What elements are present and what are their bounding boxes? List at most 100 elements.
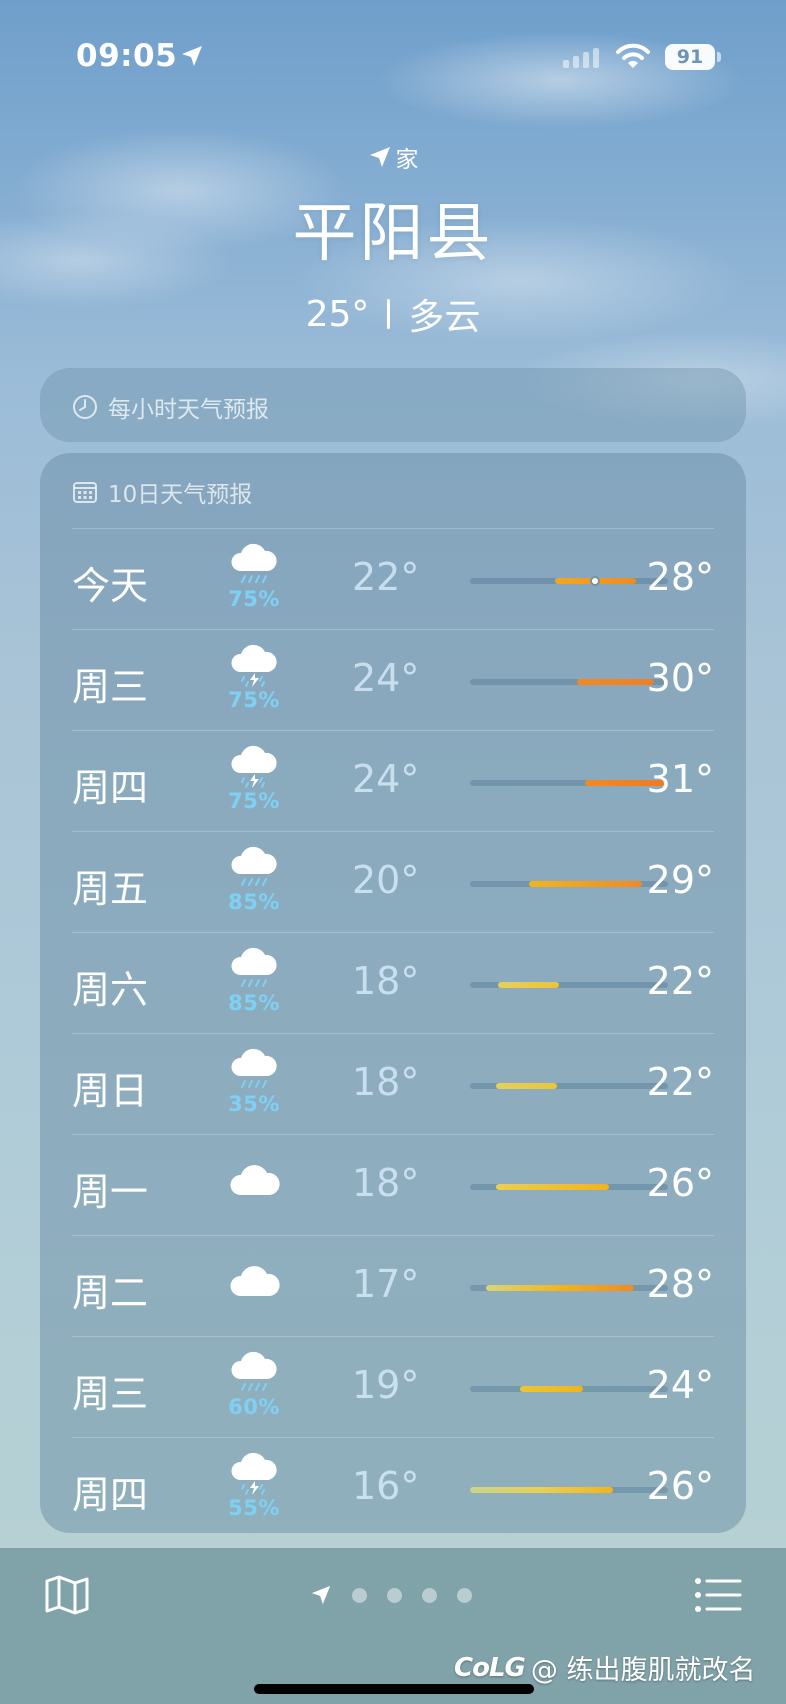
low-temperature: 20°: [352, 858, 420, 902]
temperature-range-bar: [470, 881, 668, 887]
forecast-list: 今天 75% 22° 28° 周三 75% 24° 30° 周四 75% 24° 31° 周五 85% 20…: [72, 528, 714, 1538]
low-temperature: 18°: [352, 959, 420, 1003]
high-temperature: 22°: [646, 1060, 714, 1104]
cloud-rain-icon: [231, 846, 277, 886]
temperature-range-bar: [470, 780, 668, 786]
temperature-range-fill: [495, 1184, 609, 1190]
list-icon[interactable]: [694, 1576, 742, 1614]
bottom-toolbar: CoLG @ 练出腹肌就改名: [0, 1548, 786, 1704]
home-indicator[interactable]: [254, 1684, 534, 1694]
temperature-range-bar: [470, 576, 668, 586]
temperature-range-fill: [497, 982, 560, 988]
precipitation-probability: 55%: [228, 1496, 280, 1520]
temperature-range-bar: [470, 1285, 668, 1291]
temperature-range-fill: [470, 1487, 613, 1493]
current-condition: 多云: [408, 297, 481, 338]
day-label: 周二: [72, 1271, 149, 1315]
weather-icon-group: 55%: [224, 1450, 284, 1530]
weather-icon-group: 35%: [224, 1046, 284, 1126]
location-header: 家 平阳县 25° 多云: [0, 140, 786, 340]
watermark: CoLG @ 练出腹肌就改名: [454, 1648, 755, 1687]
temperature-range-fill: [519, 1386, 583, 1392]
temperature-range-fill: [495, 1083, 558, 1089]
forecast-row[interactable]: 周六 85% 18° 22°: [72, 932, 714, 1033]
forecast-row[interactable]: 周五 85% 20° 29°: [72, 831, 714, 932]
weather-icon-group: 75%: [224, 743, 284, 823]
city-name: 平阳县: [292, 197, 494, 271]
forecast-row[interactable]: 周二 17° 28°: [72, 1235, 714, 1336]
cloud-thunderstorm-icon: [231, 644, 277, 687]
weather-icon-group: 85%: [224, 945, 284, 1025]
location-arrow-icon: [369, 147, 390, 167]
page-dot[interactable]: [457, 1587, 472, 1603]
low-temperature: 18°: [352, 1060, 420, 1104]
precipitation-probability: 60%: [228, 1395, 280, 1419]
temperature-range-bar: [470, 679, 668, 685]
precipitation-probability: 75%: [228, 789, 280, 813]
home-label: 家: [395, 147, 419, 173]
current-temperature: 25°: [305, 293, 370, 335]
low-temperature: 24°: [352, 757, 420, 801]
status-time: 09:05: [76, 38, 178, 74]
forecast-row[interactable]: 周一 18° 26°: [72, 1134, 714, 1235]
high-temperature: 22°: [646, 959, 714, 1003]
high-temperature: 26°: [646, 1464, 714, 1508]
page-dot[interactable]: [352, 1587, 367, 1603]
day-label: 周三: [72, 665, 149, 709]
precipitation-probability: 85%: [228, 991, 280, 1015]
ten-day-forecast-title: 10日天气预报: [72, 475, 252, 509]
high-temperature: 26°: [646, 1161, 714, 1205]
temperature-range-fill: [529, 881, 643, 887]
page-dot[interactable]: [387, 1587, 402, 1603]
low-temperature: 16°: [352, 1464, 420, 1508]
page-dot[interactable]: [422, 1587, 437, 1603]
temperature-range-bar: [470, 1386, 668, 1392]
hourly-forecast-title: 每小时天气预报: [72, 390, 269, 424]
temperature-range-bar: [470, 1184, 668, 1190]
cloud-rain-icon: [231, 1351, 277, 1391]
low-temperature: 24°: [352, 656, 420, 700]
temperature-range-fill: [576, 679, 655, 685]
precipitation-probability: 75%: [228, 688, 280, 712]
high-temperature: 31°: [646, 757, 714, 801]
weather-icon-group: [224, 1159, 284, 1239]
day-label: 周日: [72, 1069, 149, 1113]
day-label: 周四: [72, 1473, 149, 1517]
temperature-range-bar: [470, 1083, 668, 1089]
high-temperature: 24°: [646, 1363, 714, 1407]
day-label: 周六: [72, 968, 149, 1012]
weather-icon-group: 85%: [224, 844, 284, 924]
cloud-rain-icon: [231, 1048, 277, 1088]
hourly-forecast-card[interactable]: 每小时天气预报: [40, 368, 746, 442]
precipitation-probability: 75%: [228, 587, 280, 611]
high-temperature: 28°: [646, 1262, 714, 1306]
weather-icon-group: 75%: [224, 541, 284, 621]
watermark-logo: CoLG: [454, 1652, 526, 1683]
forecast-row[interactable]: 周三 60% 19° 24°: [72, 1336, 714, 1437]
low-temperature: 22°: [352, 555, 420, 599]
forecast-row[interactable]: 周三 75% 24° 30°: [72, 629, 714, 730]
location-arrow-icon[interactable]: [310, 1584, 332, 1606]
forecast-row[interactable]: 今天 75% 22° 28°: [72, 528, 714, 629]
forecast-row[interactable]: 周日 35% 18° 22°: [72, 1033, 714, 1134]
forecast-row[interactable]: 周四 55% 16° 26°: [72, 1437, 714, 1538]
calendar-icon: [73, 482, 97, 503]
cloud-rain-icon: [231, 543, 277, 583]
location-arrow-icon: [182, 46, 202, 66]
weather-icon-group: [224, 1260, 284, 1340]
page-indicator[interactable]: [310, 1584, 472, 1606]
ten-day-title-text: 10日天气预报: [108, 482, 253, 508]
temperature-range-bar: [470, 982, 668, 988]
low-temperature: 19°: [352, 1363, 420, 1407]
current-temperature-dot: [589, 576, 600, 586]
precipitation-probability: 35%: [228, 1092, 280, 1116]
cloud-rain-icon: [231, 947, 277, 987]
day-label: 周四: [72, 766, 149, 810]
forecast-row[interactable]: 周四 75% 24° 31°: [72, 730, 714, 831]
day-label: 今天: [72, 564, 149, 608]
location-label: 家: [368, 140, 419, 174]
cloud-icon: [230, 1266, 280, 1296]
map-icon[interactable]: [44, 1574, 90, 1616]
weather-icon-group: 60%: [224, 1349, 284, 1429]
ten-day-forecast-card[interactable]: 10日天气预报 今天 75% 22° 28° 周三 75% 24° 30° 周四 75% 24° 31…: [40, 453, 746, 1533]
